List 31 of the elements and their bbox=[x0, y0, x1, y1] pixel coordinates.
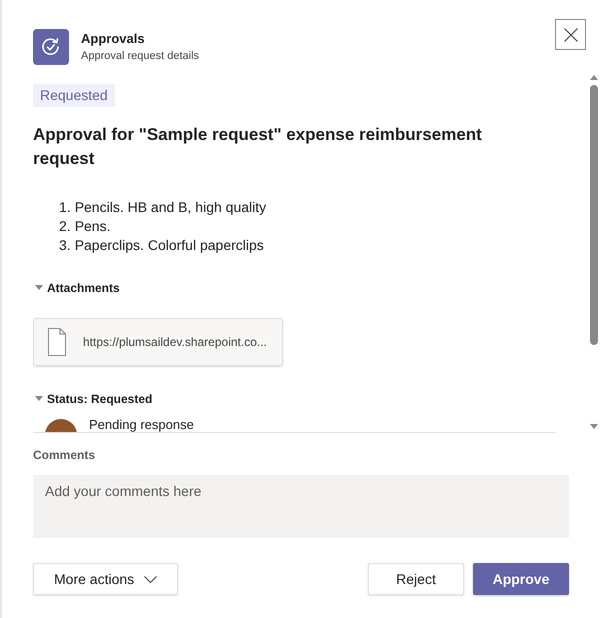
document-icon bbox=[48, 328, 66, 356]
scrollbar-thumb[interactable] bbox=[590, 85, 598, 345]
comments-label: Comments bbox=[33, 447, 96, 463]
approvals-app-icon bbox=[33, 29, 69, 65]
caret-down-icon[interactable] bbox=[35, 396, 43, 402]
list-number: 1. bbox=[59, 198, 71, 217]
section-header[interactable]: Attachments bbox=[47, 280, 120, 296]
attachment-link[interactable]: https://plumsaildev.sharepoint.co... bbox=[83, 333, 267, 351]
app-title: Approvals bbox=[81, 30, 145, 48]
list-number: 2. bbox=[59, 217, 71, 236]
attachment-card[interactable]: https://plumsaildev.sharepoint.co... bbox=[33, 318, 283, 366]
response-status: Pending response bbox=[89, 417, 194, 432]
close-button[interactable] bbox=[555, 19, 586, 50]
approve-button[interactable]: Approve bbox=[473, 563, 569, 595]
app-subtitle: Approval request details bbox=[81, 49, 200, 64]
chevron-down-icon bbox=[144, 576, 158, 582]
scroll-down-arrow-icon[interactable] bbox=[590, 424, 598, 429]
scroll-up-arrow-icon[interactable] bbox=[590, 75, 598, 80]
list-item-text: Paperclips. Colorful paperclips bbox=[74, 236, 264, 255]
comments-field[interactable]: Add your comments here bbox=[33, 475, 569, 538]
close-icon bbox=[564, 28, 578, 42]
caret-down-icon[interactable] bbox=[35, 285, 43, 291]
list-item-text: Pens. bbox=[74, 217, 110, 236]
reject-button[interactable]: Reject bbox=[368, 563, 464, 595]
request-title: Approval for "Sample request" expense reimbursement request bbox=[33, 124, 483, 170]
section-header[interactable]: Status: Requested bbox=[47, 391, 152, 407]
more-actions-button[interactable]: More actions bbox=[33, 563, 178, 595]
status-badge: Requested bbox=[33, 84, 115, 107]
avatar-icon bbox=[45, 419, 77, 432]
list-item-text: Pencils. HB and B, high quality bbox=[74, 198, 266, 217]
list-number: 3. bbox=[59, 236, 71, 255]
